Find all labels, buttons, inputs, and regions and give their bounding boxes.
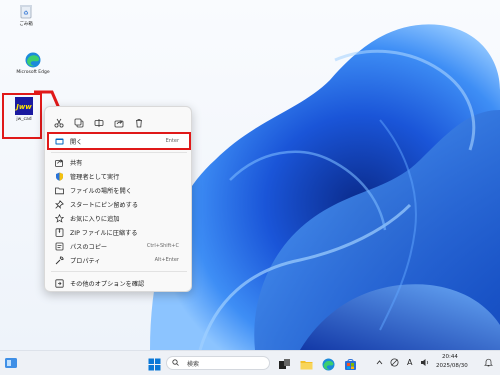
open-highlight-box	[47, 132, 191, 150]
taskbar-date[interactable]: 2025/08/30	[436, 363, 468, 369]
edge-taskbar-icon[interactable]	[322, 356, 335, 371]
zip-icon	[55, 227, 64, 237]
desktop-icon-edge[interactable]: Microsoft Edge	[8, 52, 58, 75]
menu-item-pin-to-start[interactable]: スタートにピン留めする	[49, 197, 189, 211]
menu-separator	[51, 271, 187, 272]
pin-icon	[55, 199, 64, 209]
rename-icon[interactable]	[94, 113, 104, 127]
svg-text:♻: ♻	[23, 10, 28, 17]
desktop-icon-recycle-bin[interactable]: ♻ ごみ箱	[2, 3, 50, 27]
taskbar-search-box[interactable]: 検索	[166, 356, 270, 370]
menu-item-label: スタートにピン留めする	[70, 201, 139, 209]
shield-icon	[55, 172, 64, 181]
edge-icon	[25, 52, 41, 68]
menu-item-label: プロパティ	[70, 257, 101, 265]
folder-icon	[55, 186, 64, 195]
ime-indicator[interactable]: A	[407, 358, 412, 367]
menu-item-label: ZIP ファイルに圧縮する	[70, 229, 138, 237]
menu-item-label: お気に入りに追加	[70, 215, 120, 223]
search-placeholder: 検索	[187, 360, 200, 368]
delete-icon[interactable]	[134, 113, 144, 128]
copy-icon[interactable]	[74, 113, 84, 128]
store-icon[interactable]	[344, 356, 357, 370]
taskbar-time[interactable]: 20:44	[442, 354, 458, 360]
menu-item-show-more-options[interactable]: その他のオプションを確認	[49, 276, 189, 290]
menu-item-shortcut: Ctrl+Shift+C	[146, 243, 179, 249]
desktop-icon-label: ごみ箱	[19, 22, 33, 27]
menu-item-share[interactable]: 共有	[49, 155, 189, 169]
menu-item-open-file-location[interactable]: ファイルの場所を開く	[49, 183, 189, 197]
menu-item-run-as-admin[interactable]: 管理者として実行	[49, 169, 189, 183]
share-icon	[55, 158, 64, 167]
network-off-icon[interactable]	[390, 358, 399, 369]
menu-item-shortcut: Alt+Enter	[154, 257, 179, 263]
search-icon	[172, 358, 179, 368]
file-explorer-icon[interactable]	[300, 356, 313, 370]
widgets-icon[interactable]	[4, 355, 18, 369]
menu-item-label: ファイルの場所を開く	[70, 187, 132, 195]
menu-separator	[51, 152, 187, 153]
star-icon	[54, 213, 65, 223]
taskbar: 検索 A 20:44 2025/08/30	[0, 350, 500, 375]
wrench-icon	[55, 256, 64, 265]
volume-icon[interactable]	[420, 358, 430, 369]
share-icon[interactable]	[114, 113, 124, 128]
menu-item-copy-path[interactable]: パスのコピー Ctrl+Shift+C	[49, 239, 189, 253]
menu-item-compress-zip[interactable]: ZIP ファイルに圧縮する	[49, 225, 189, 239]
context-menu: 開く Enter 共有 管理者として実行 ファイルの場所を開く スタートにピン留…	[44, 106, 192, 292]
menu-item-label: パスのコピー	[70, 243, 108, 251]
cut-icon[interactable]	[54, 113, 64, 128]
chevron-up-icon[interactable]	[376, 359, 383, 368]
desktop-icon-label: Microsoft Edge	[16, 70, 50, 75]
copy-path-icon	[55, 242, 64, 251]
menu-item-properties[interactable]: プロパティ Alt+Enter	[49, 253, 189, 267]
notification-bell-icon[interactable]	[484, 358, 493, 369]
start-button[interactable]	[148, 356, 161, 371]
menu-item-add-to-favorites[interactable]: お気に入りに追加	[49, 211, 189, 225]
more-options-icon	[55, 278, 64, 288]
task-view-icon[interactable]	[278, 356, 291, 369]
menu-item-label: 共有	[70, 159, 83, 167]
quick-actions-bar	[45, 107, 191, 131]
menu-item-label: その他のオプションを確認	[70, 280, 145, 288]
recycle-bin-icon: ♻	[19, 3, 33, 19]
menu-item-label: 管理者として実行	[70, 173, 120, 181]
